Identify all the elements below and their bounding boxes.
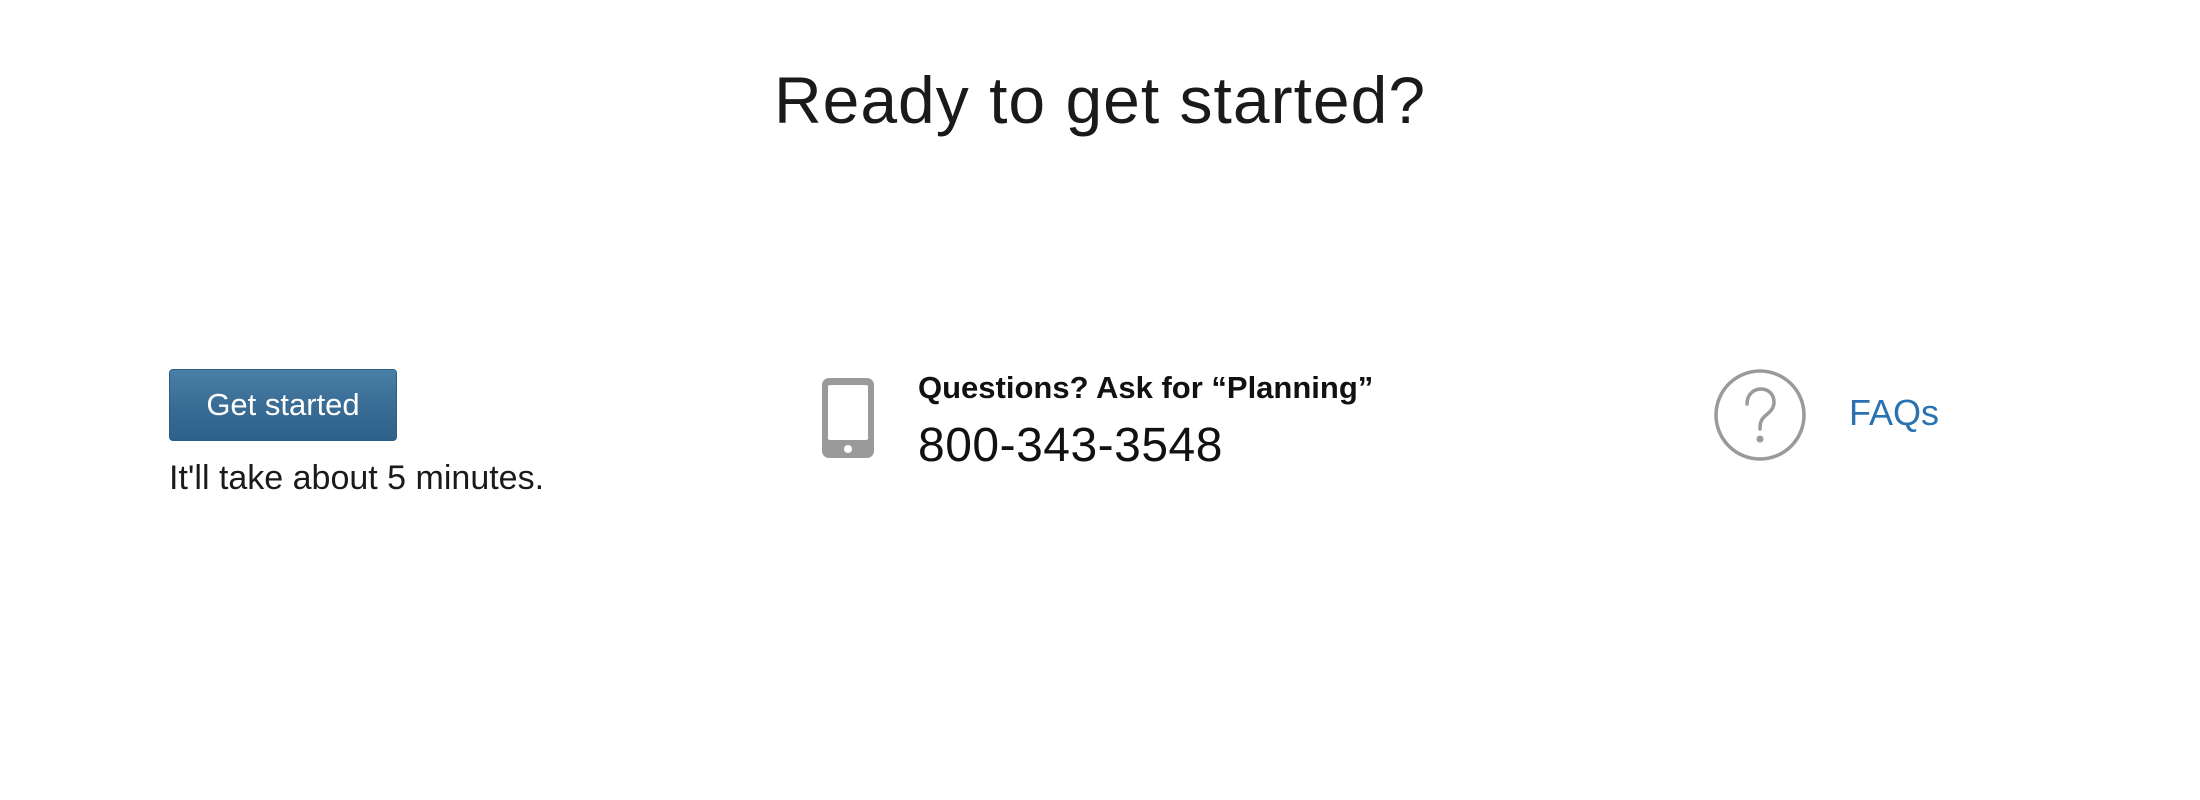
contact-text: Questions? Ask for “Planning” 800-343-35… — [918, 370, 1373, 473]
get-started-section: Ready to get started? Get started It'll … — [0, 0, 2200, 800]
get-started-block: Get started It'll take about 5 minutes. — [169, 369, 544, 498]
mobile-phone-icon — [822, 378, 874, 458]
get-started-button[interactable]: Get started — [169, 369, 397, 441]
contact-question: Questions? Ask for “Planning” — [918, 370, 1374, 405]
faqs-link[interactable]: FAQs — [1849, 392, 1939, 434]
faq-block: FAQs — [1713, 368, 2113, 462]
question-circle-icon[interactable] — [1713, 368, 1807, 462]
time-estimate-note: It'll take about 5 minutes. — [169, 459, 545, 497]
phone-number[interactable]: 800-343-3548 — [918, 418, 1373, 473]
page-title: Ready to get started? — [773, 63, 1427, 137]
